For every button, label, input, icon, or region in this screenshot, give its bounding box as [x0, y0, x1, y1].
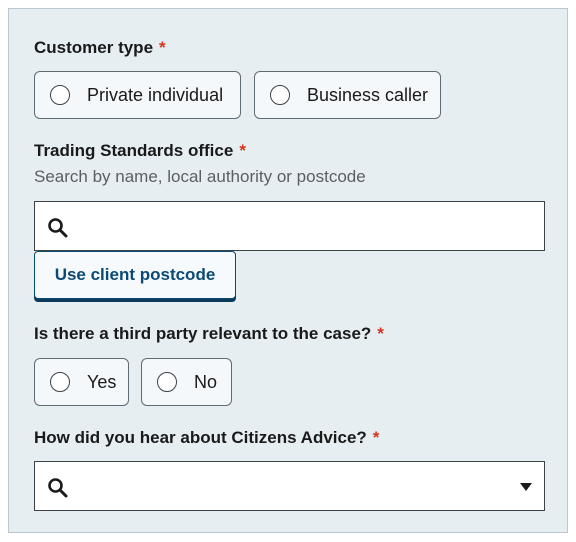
hear-about-select[interactable] [34, 461, 545, 511]
radio-business-caller[interactable]: Business caller [254, 71, 441, 119]
form-panel: Customer type * Private individual Busine… [8, 8, 568, 533]
radio-private-individual[interactable]: Private individual [34, 71, 241, 119]
radio-label: No [194, 371, 218, 392]
search-icon [48, 478, 68, 498]
hear-about-label: How did you hear about Citizens Advice? * [34, 428, 380, 447]
radio-label: Business caller [307, 84, 429, 105]
trading-standards-hint: Search by name, local authority or postc… [34, 167, 366, 186]
radio-circle[interactable] [50, 372, 70, 392]
customer-type-label: Customer type * [34, 38, 166, 57]
radio-no[interactable]: No [141, 358, 232, 406]
radio-label: Yes [87, 371, 117, 392]
search-icon [48, 218, 68, 238]
third-party-label: Is there a third party relevant to the c… [34, 324, 384, 343]
trading-standards-search-input[interactable] [34, 201, 545, 251]
required-marker: * [159, 38, 166, 57]
radio-circle[interactable] [157, 372, 177, 392]
required-marker: * [239, 141, 246, 160]
chevron-down-icon[interactable] [520, 483, 532, 491]
trading-standards-label: Trading Standards office * [34, 141, 246, 160]
use-client-postcode-button[interactable]: Use client postcode [34, 251, 236, 299]
radio-yes[interactable]: Yes [34, 358, 129, 406]
required-marker: * [372, 428, 380, 447]
radio-label: Private individual [87, 84, 224, 105]
required-marker: * [377, 324, 384, 343]
radio-circle[interactable] [50, 85, 70, 105]
radio-circle[interactable] [270, 85, 290, 105]
